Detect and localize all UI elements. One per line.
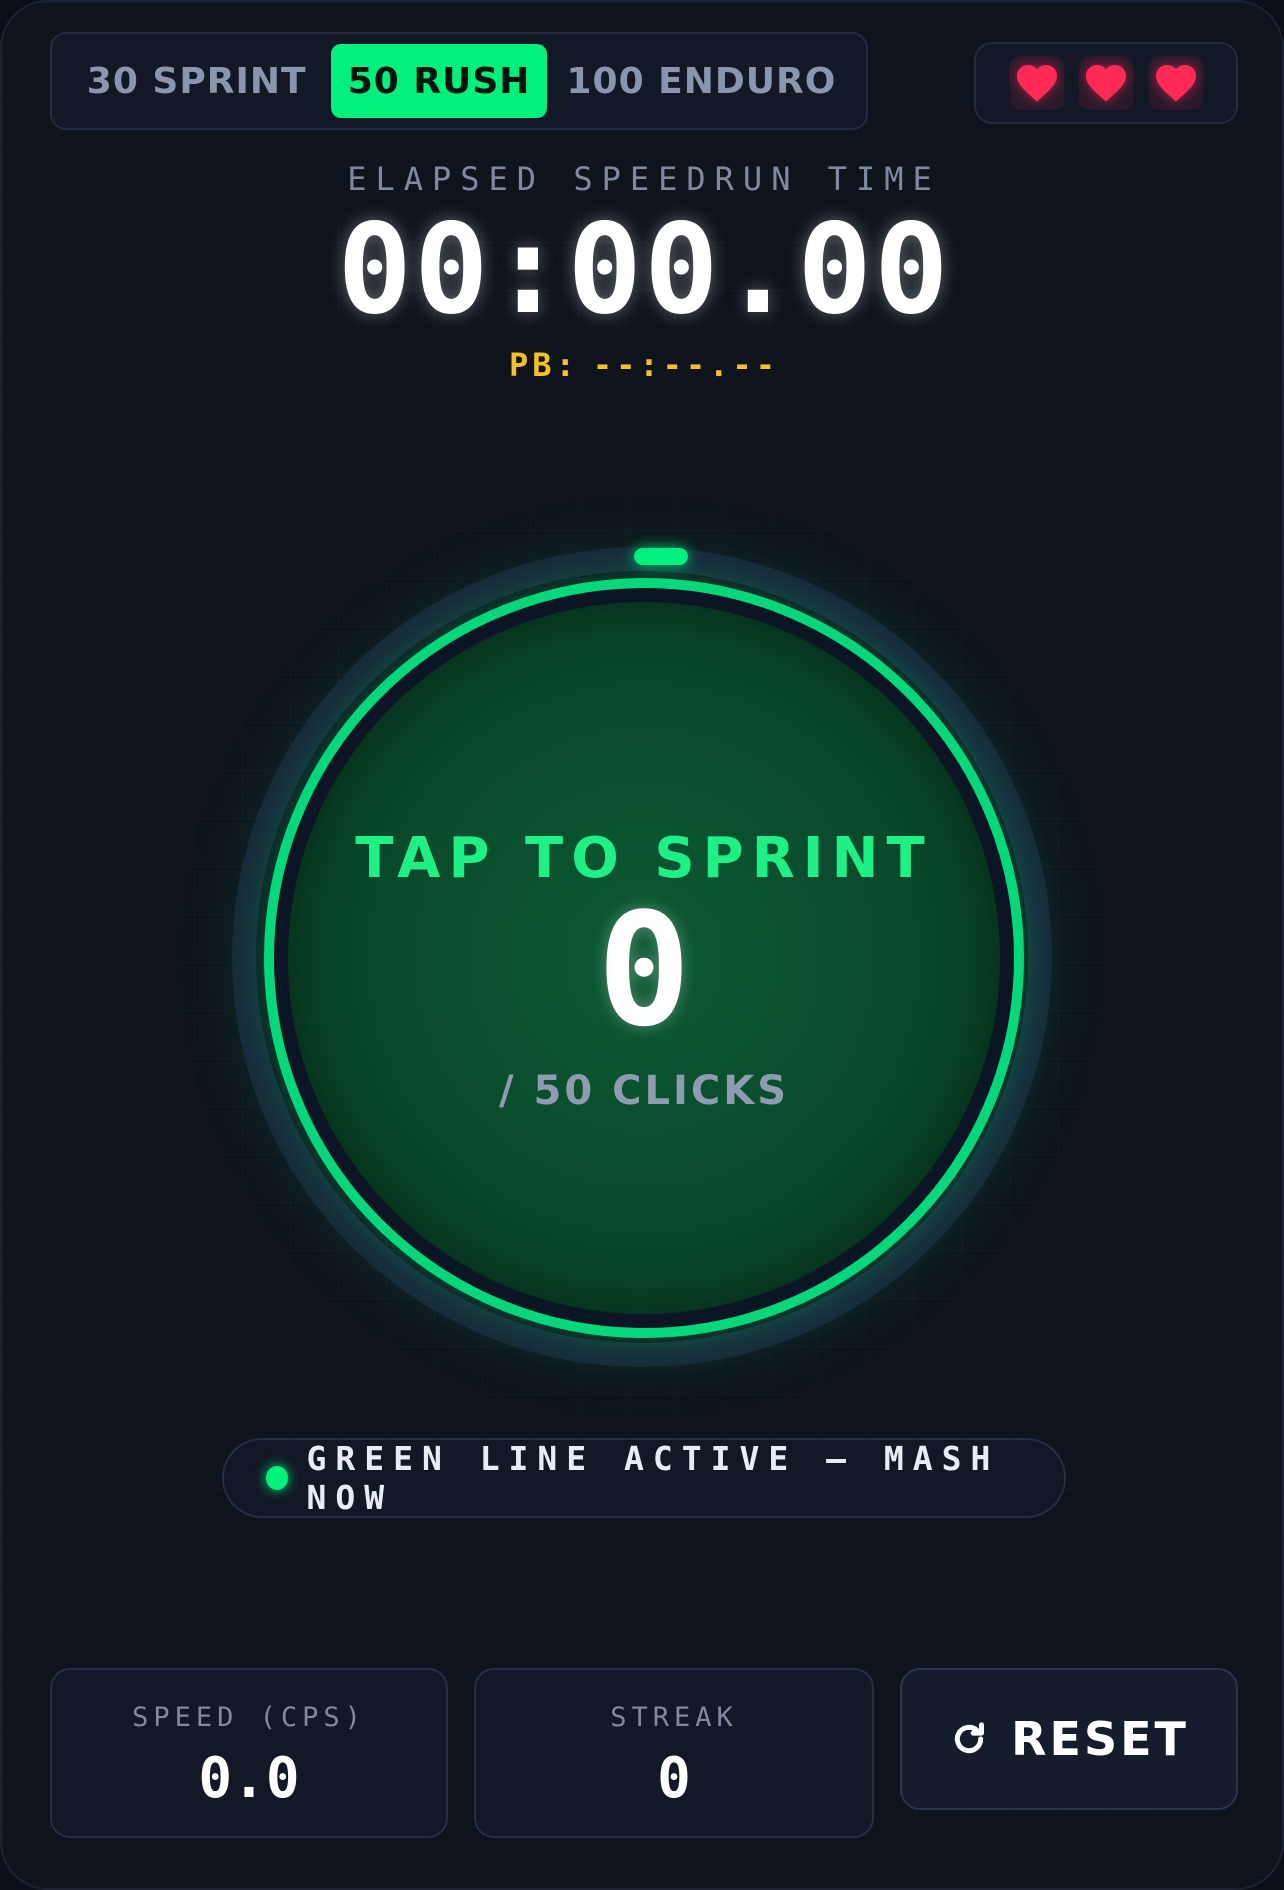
click-target: / 50 CLICKS — [498, 1068, 789, 1114]
personal-best: PB: --:--.-- — [2, 346, 1282, 384]
reset-button[interactable]: RESET — [900, 1668, 1238, 1810]
status-text: GREEN LINE ACTIVE — MASH NOW — [306, 1439, 1000, 1517]
life-2 — [1079, 56, 1133, 110]
speed-value: 0.0 — [198, 1746, 300, 1811]
status-pill: GREEN LINE ACTIVE — MASH NOW — [222, 1438, 1066, 1518]
pb-label: PB: — [509, 346, 579, 384]
streak-value: 0 — [657, 1746, 691, 1811]
status-dot-icon — [266, 1466, 289, 1490]
refresh-icon — [954, 1722, 985, 1754]
heart-icon — [1155, 65, 1196, 102]
streak-stat: STREAK 0 — [474, 1668, 874, 1838]
heart-icon — [1086, 65, 1126, 102]
tap-button[interactable]: TAP TO SPRINT 0 / 50 CLICKS — [264, 578, 1024, 1338]
streak-label: STREAK — [610, 1702, 738, 1733]
elapsed-timer: 00:00.00 — [337, 198, 951, 342]
pb-value: --:--.-- — [592, 346, 779, 384]
click-count: 0 — [597, 879, 691, 1061]
mode-selector: 30 SPRINT 50 RUSH 100 ENDURO — [50, 32, 868, 130]
life-3 — [1148, 56, 1203, 110]
mode-30-sprint[interactable]: 30 SPRINT — [62, 44, 331, 118]
reset-label: RESET — [1011, 1712, 1189, 1766]
timer-label: ELAPSED SPEEDRUN TIME — [347, 160, 941, 198]
mode-100-enduro[interactable]: 100 ENDURO — [547, 44, 856, 118]
speed-label: SPEED (CPS) — [132, 1702, 366, 1733]
life-1 — [1009, 56, 1064, 110]
progress-marker — [634, 548, 688, 565]
game-screen: 30 SPRINT 50 RUSH 100 ENDURO ELAPSED SPE… — [0, 0, 1284, 1890]
heart-icon — [1016, 65, 1057, 102]
lives-indicator — [974, 42, 1238, 124]
speed-stat: SPEED (CPS) 0.0 — [50, 1668, 448, 1838]
mode-50-rush[interactable]: 50 RUSH — [331, 44, 547, 118]
